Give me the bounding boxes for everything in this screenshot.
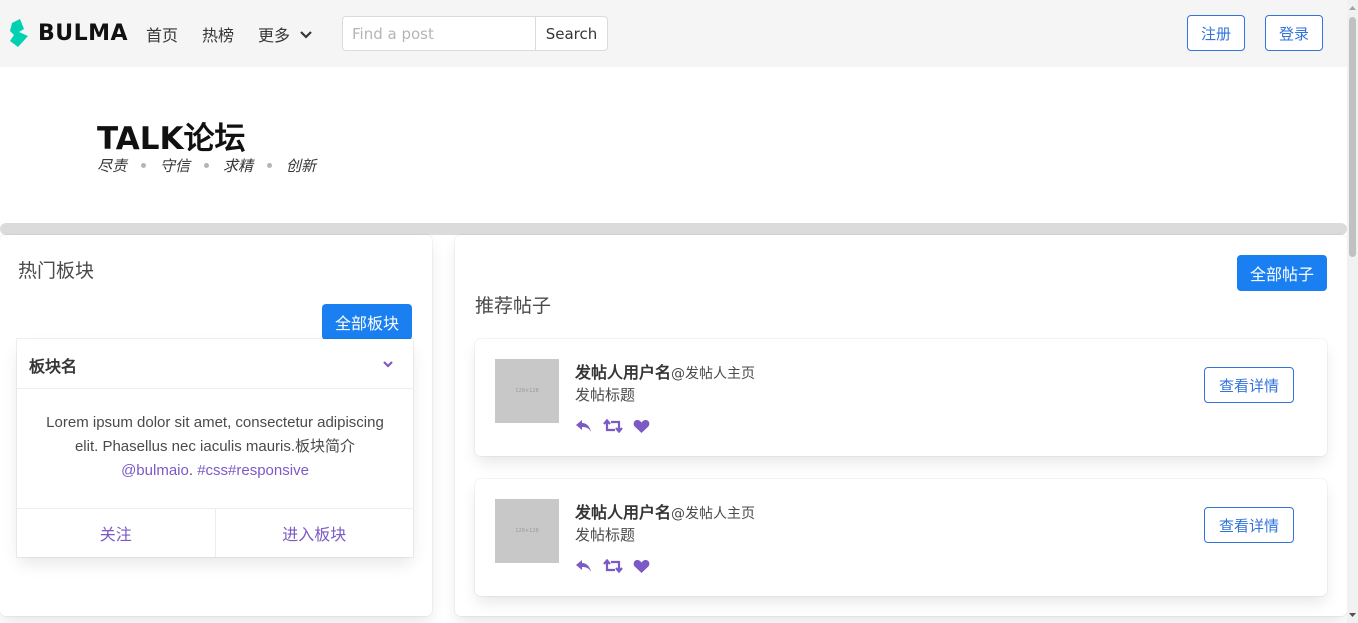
bulma-logo-icon [10, 19, 28, 47]
nav-home[interactable]: 首页 [146, 22, 178, 46]
board-description-text: Lorem ipsum dolor sit amet, consectetur … [46, 414, 384, 455]
responsive-tag-link[interactable]: #responsive [228, 462, 309, 479]
motto-item: 创新 [286, 157, 317, 175]
post-author: 发帖人用户名@发帖人主页 [575, 499, 755, 523]
board-card-header[interactable]: 板块名 [17, 339, 413, 389]
page-scrollbar[interactable] [1347, 0, 1358, 623]
author-home-link[interactable]: @发帖人主页 [671, 506, 755, 522]
retweet-icon[interactable] [603, 418, 623, 434]
image-placeholder-label: 128×128 [515, 528, 539, 534]
chevron-down-icon [300, 31, 312, 39]
image-placeholder-label: 128×128 [515, 388, 539, 394]
motto-item: 守信 [160, 157, 191, 175]
mention-link[interactable]: @bulmaio [121, 462, 189, 479]
board-card: 板块名 Lorem ipsum dolor sit amet, consecte… [17, 339, 413, 557]
author-name[interactable]: 发帖人用户名 [575, 503, 671, 522]
post-image: 128×128 [495, 499, 559, 563]
view-details-button[interactable]: 查看详情 [1204, 507, 1294, 543]
search-input[interactable] [342, 16, 536, 51]
recommended-posts-panel: 全部帖子 推荐帖子 128×128 发帖人用户名@发帖人主页 发帖标题 查看详情… [455, 235, 1347, 616]
post-title[interactable]: 发帖标题 [575, 384, 635, 405]
brand-name: BULMA [38, 20, 129, 46]
hero-title: TALK论坛 [97, 121, 246, 157]
post-author: 发帖人用户名@发帖人主页 [575, 359, 755, 383]
hero-mottos: 尽责 守信 求精 创新 [97, 155, 316, 176]
author-home-link[interactable]: @发帖人主页 [671, 366, 755, 382]
login-button[interactable]: 登录 [1265, 15, 1323, 51]
motto-item: 尽责 [97, 157, 128, 175]
navbar: BULMA 首页 热榜 更多 Search 注册 登录 [0, 0, 1347, 67]
motto-item: 求精 [223, 157, 254, 175]
post-card: 128×128 发帖人用户名@发帖人主页 发帖标题 查看详情 [475, 339, 1327, 456]
board-description: Lorem ipsum dolor sit amet, consectetur … [37, 411, 393, 483]
board-card-footer: 关注 进入板块 [17, 508, 413, 557]
section-divider [0, 223, 1347, 235]
dot-separator [267, 163, 273, 168]
author-name[interactable]: 发帖人用户名 [575, 363, 671, 382]
recommended-posts-title: 推荐帖子 [475, 295, 552, 317]
follow-button[interactable]: 关注 [17, 509, 215, 557]
retweet-icon[interactable] [603, 558, 623, 574]
heart-icon[interactable] [633, 419, 650, 434]
all-boards-button[interactable]: 全部板块 [322, 304, 412, 340]
view-details-button[interactable]: 查看详情 [1204, 367, 1294, 403]
enter-board-button[interactable]: 进入板块 [214, 509, 414, 557]
nav-hot[interactable]: 热榜 [202, 22, 234, 46]
register-button[interactable]: 注册 [1187, 15, 1245, 51]
scroll-up-arrow-icon[interactable] [1347, 3, 1358, 13]
css-tag-link[interactable]: #css [197, 462, 228, 479]
dot-separator [204, 163, 210, 168]
hot-boards-title: 热门板块 [18, 260, 95, 282]
board-name: 板块名 [29, 357, 78, 376]
brand-logo[interactable]: BULMA [10, 19, 128, 47]
nav-more-dropdown[interactable]: 更多 [258, 22, 313, 46]
all-posts-button[interactable]: 全部帖子 [1237, 255, 1327, 291]
reply-icon[interactable] [575, 418, 593, 434]
scroll-down-arrow-icon[interactable] [1347, 610, 1358, 620]
dot-separator [141, 163, 147, 168]
nav-more-label: 更多 [258, 26, 291, 45]
post-card: 128×128 发帖人用户名@发帖人主页 发帖标题 查看详情 [475, 479, 1327, 596]
post-actions [575, 418, 660, 434]
post-image: 128×128 [495, 359, 559, 423]
separator-text: . [188, 462, 198, 479]
post-actions [575, 558, 660, 574]
scrollbar-thumb[interactable] [1349, 17, 1356, 257]
post-title[interactable]: 发帖标题 [575, 524, 635, 545]
hot-boards-panel: 热门板块 全部板块 板块名 Lorem ipsum dolor sit amet… [0, 235, 432, 616]
reply-icon[interactable] [575, 558, 593, 574]
search-button[interactable]: Search [535, 16, 608, 51]
chevron-down-icon [383, 361, 393, 368]
heart-icon[interactable] [633, 559, 650, 574]
